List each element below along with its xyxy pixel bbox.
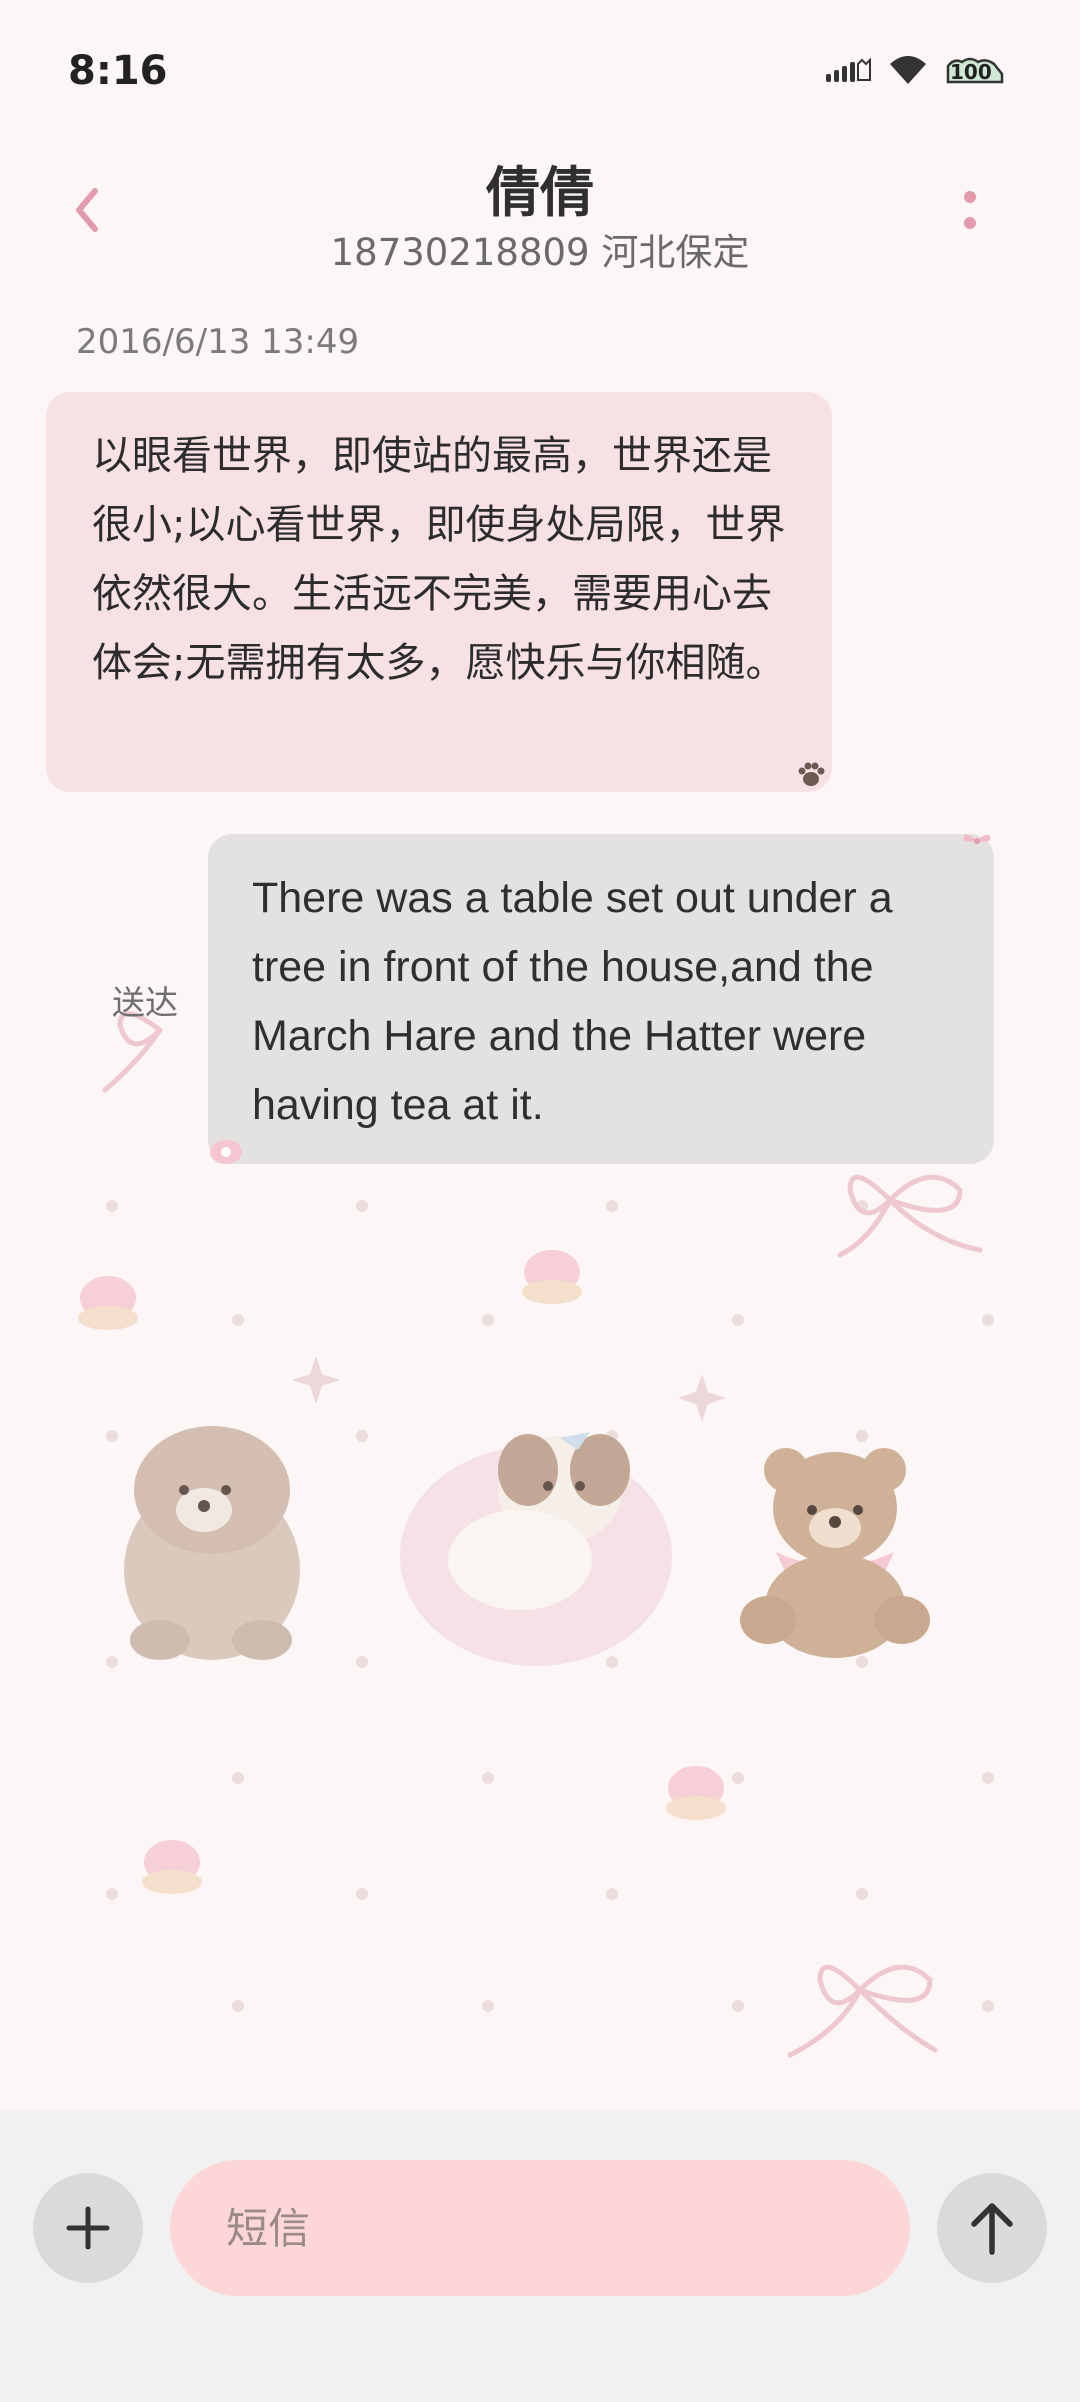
bow-icon	[960, 830, 994, 852]
outgoing-message-bubble[interactable]: There was a table set out under a tree i…	[208, 834, 994, 1164]
flower-icon	[208, 1138, 244, 1166]
battery-icon: 100	[944, 54, 1006, 86]
more-dot-icon	[964, 191, 976, 203]
message-timestamp: 2016/6/13 13:49	[76, 322, 360, 362]
add-attachment-button[interactable]	[33, 2173, 143, 2283]
status-icons: 100	[824, 54, 1006, 86]
wifi-icon	[886, 54, 930, 86]
incoming-message-bubble[interactable]: 以眼看世界，即使站的最高，世界还是很小;以心看世界，即使身处局限，世界依然很大。…	[46, 392, 832, 792]
plus-icon	[66, 2206, 110, 2250]
more-dot-icon	[964, 217, 976, 229]
signal-icon	[824, 56, 872, 84]
paw-icon	[796, 760, 826, 788]
more-options-button[interactable]	[950, 180, 990, 240]
contact-phone-location: 18730218809 河北保定	[330, 231, 750, 274]
arrow-up-icon	[971, 2203, 1013, 2255]
contact-name: 倩倩	[486, 161, 594, 224]
delivery-status: 送达	[112, 983, 178, 1022]
send-button[interactable]	[937, 2173, 1047, 2283]
status-time: 8:16	[68, 48, 168, 94]
battery-level: 100	[950, 60, 992, 84]
message-input[interactable]	[170, 2160, 910, 2296]
